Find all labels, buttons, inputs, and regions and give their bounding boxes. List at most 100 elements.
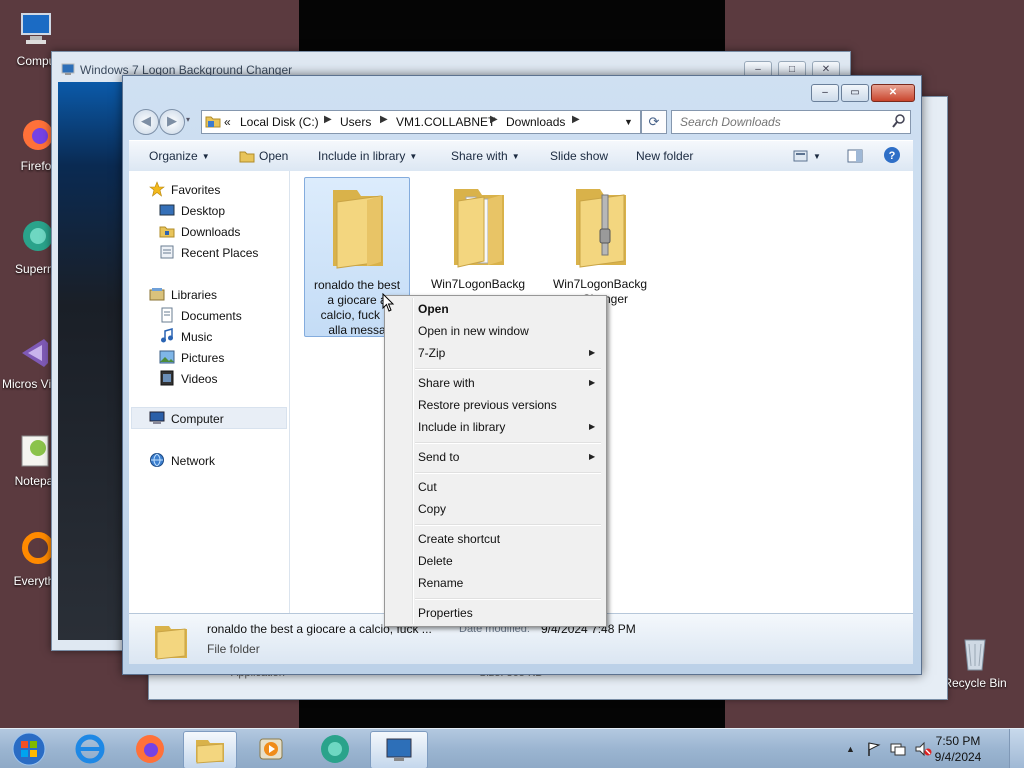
details-file-type: File folder: [207, 642, 260, 656]
taskbar-supermium[interactable]: [309, 731, 361, 767]
menu-item-delete[interactable]: Delete: [418, 554, 453, 568]
network-tray-icon[interactable]: [890, 741, 906, 757]
menu-item-send-to[interactable]: Send to: [418, 450, 459, 464]
new-folder-button[interactable]: New folder: [636, 149, 693, 163]
share-with-button[interactable]: Share with ▼: [451, 149, 520, 163]
desktop-icon-recycle-bin[interactable]: Recycle Bin: [942, 632, 1008, 690]
maximize-button[interactable]: ▭: [841, 84, 869, 102]
menu-item-cut[interactable]: Cut: [418, 480, 437, 494]
nav-downloads[interactable]: Downloads: [181, 225, 240, 239]
preview-pane-button[interactable]: [847, 149, 863, 166]
menu-item-7zip[interactable]: 7-Zip: [418, 346, 445, 360]
file-name: Win7LogonBackg: [426, 277, 530, 292]
taskbar-explorer[interactable]: [183, 731, 237, 768]
nav-documents[interactable]: Documents: [181, 309, 242, 323]
menu-item-include-in-library[interactable]: Include in library: [418, 420, 505, 434]
nav-computer[interactable]: Computer: [171, 412, 224, 426]
tray-expand-button[interactable]: ▲: [846, 744, 855, 754]
search-icon[interactable]: [892, 114, 906, 128]
action-center-flag-icon[interactable]: [866, 741, 882, 757]
documents-icon: [161, 307, 173, 323]
nav-libraries[interactable]: Libraries: [171, 288, 217, 302]
recent-pages-dropdown[interactable]: ▾: [186, 115, 190, 124]
menu-separator: [415, 368, 601, 370]
forward-button[interactable]: ▶: [159, 109, 185, 135]
back-button[interactable]: ◀: [133, 109, 159, 135]
preview-pane-icon: [847, 149, 863, 163]
chevron-right-icon[interactable]: ▶: [572, 114, 580, 125]
taskbar-firefox[interactable]: [124, 731, 176, 767]
folder-open-icon: [239, 151, 255, 163]
chevron-right-icon[interactable]: ▶: [490, 114, 498, 125]
menu-item-rename[interactable]: Rename: [418, 576, 463, 590]
zip-folder-icon: [566, 181, 634, 269]
view-icon: [793, 150, 808, 162]
folder-icon: [155, 626, 187, 660]
nav-pictures[interactable]: Pictures: [181, 351, 224, 365]
svg-text:?: ?: [889, 150, 896, 162]
search-box[interactable]: [671, 110, 911, 134]
menu-item-open[interactable]: Open: [418, 302, 449, 316]
notepadpp-icon: [14, 430, 54, 470]
recycle-bin-icon: [955, 632, 995, 672]
menu-item-restore-previous-versions[interactable]: Restore previous versions: [418, 398, 557, 412]
nav-music[interactable]: Music: [181, 330, 212, 344]
firefox-icon: [16, 115, 56, 155]
open-button[interactable]: Open: [239, 149, 288, 163]
menu-item-create-shortcut[interactable]: Create shortcut: [418, 532, 500, 546]
nav-recent-places[interactable]: Recent Places: [181, 246, 258, 260]
include-in-library-button[interactable]: Include in library ▼: [318, 149, 417, 163]
view-options-button[interactable]: ▼: [793, 149, 821, 163]
context-menu[interactable]: Open Open in new window 7-Zip ▶ Share wi…: [384, 295, 607, 627]
folder-icon: [205, 116, 221, 128]
refresh-button[interactable]: ⟳: [641, 110, 667, 134]
taskbar-logon-changer[interactable]: [370, 731, 428, 768]
supermium-icon: [16, 218, 56, 258]
mouse-cursor-icon: [382, 293, 395, 312]
navigation-pane: Favorites Desktop Downloads Recent Place…: [129, 171, 290, 613]
organize-label: Organize: [149, 149, 198, 163]
address-overflow[interactable]: «: [224, 115, 231, 129]
clock[interactable]: 7:50 PM 9/4/2024: [928, 733, 988, 765]
slide-show-button[interactable]: Slide show: [550, 149, 608, 163]
network-icon: [150, 453, 164, 467]
address-bar[interactable]: « Local Disk (C:) ▶ Users ▶ VM1.COLLABNE…: [201, 110, 641, 134]
taskbar-internet-explorer[interactable]: [64, 731, 116, 767]
chevron-down-icon: ▼: [813, 152, 821, 161]
chevron-down-icon[interactable]: ▼: [624, 117, 633, 127]
folder-icon: [323, 182, 391, 270]
preview-panel: [58, 82, 124, 640]
menu-item-properties[interactable]: Properties: [418, 606, 473, 620]
supermium-icon: [321, 735, 349, 763]
close-button[interactable]: ✕: [871, 84, 915, 102]
menu-item-open-new-window[interactable]: Open in new window: [418, 324, 529, 338]
menu-gutter: [412, 298, 414, 624]
desktop-icon: [159, 204, 175, 216]
chevron-right-icon[interactable]: ▶: [324, 114, 332, 125]
organize-button[interactable]: Organize ▼: [149, 149, 210, 163]
start-button[interactable]: [2, 731, 56, 767]
submenu-arrow-icon: ▶: [589, 422, 596, 431]
include-in-library-label: Include in library: [318, 149, 406, 163]
breadcrumb-users[interactable]: Users: [340, 115, 371, 129]
nav-favorites[interactable]: Favorites: [171, 183, 220, 197]
nav-videos[interactable]: Videos: [181, 372, 217, 386]
menu-item-share-with[interactable]: Share with: [418, 376, 475, 390]
chevron-down-icon: ▼: [409, 152, 418, 161]
breadcrumb-downloads[interactable]: Downloads: [506, 115, 565, 129]
chevron-right-icon[interactable]: ▶: [380, 114, 388, 125]
breadcrumb-local-disk[interactable]: Local Disk (C:): [240, 115, 319, 129]
help-button[interactable]: ?: [883, 146, 901, 167]
taskbar-media-player[interactable]: [245, 731, 297, 767]
show-desktop-button[interactable]: [1009, 729, 1024, 768]
minimize-button[interactable]: –: [811, 84, 839, 102]
menu-separator: [415, 442, 601, 444]
nav-network[interactable]: Network: [171, 454, 215, 468]
breadcrumb-user[interactable]: VM1.COLLABNET: [396, 115, 495, 129]
search-input[interactable]: [678, 114, 882, 130]
menu-item-copy[interactable]: Copy: [418, 502, 446, 516]
explorer-folder-icon: [196, 740, 224, 764]
menu-separator: [415, 524, 601, 526]
chevron-down-icon: ▼: [201, 152, 210, 161]
nav-desktop[interactable]: Desktop: [181, 204, 225, 218]
